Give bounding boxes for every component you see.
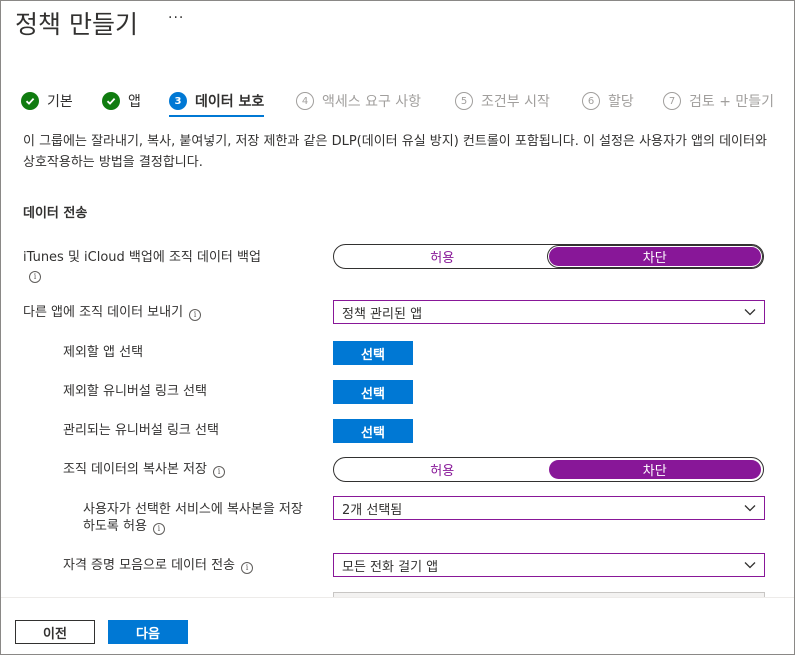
backup-toggle[interactable]: 허용 차단 <box>333 244 764 269</box>
transfer-data-label: 자격 증명 모음으로 데이터 전송 i <box>63 557 254 574</box>
check-icon <box>102 92 120 110</box>
chevron-down-icon <box>744 562 756 569</box>
save-services-label: 사용자가 선택한 서비스에 복사본을 저장하도록 허용 i <box>83 502 303 535</box>
step-number: 6 <box>582 92 600 110</box>
send-data-dropdown[interactable]: 정책 관리된 앱 <box>333 300 765 324</box>
step-number: 3 <box>169 92 187 110</box>
transfer-data-dropdown[interactable]: 모든 전화 걸기 앱 <box>333 553 765 577</box>
footer-bar: 이전 다음 <box>1 597 794 654</box>
info-icon[interactable]: i <box>29 270 41 283</box>
step-label: 조건부 시작 <box>481 94 550 110</box>
step-label: 액세스 요구 사항 <box>322 94 422 110</box>
active-step-underline <box>169 115 265 117</box>
managed-universal-links-label: 관리되는 유니버설 링크 선택 <box>63 423 219 438</box>
check-icon <box>21 92 39 110</box>
chevron-down-icon <box>744 309 756 316</box>
page-title: 정책 만들기 <box>15 10 138 39</box>
create-policy-window: 정책 만들기 ··· 기본 앱 3 데이터 보호 4 액세스 요구 사항 5 조… <box>0 0 795 655</box>
section-description: 이 그룹에는 잘라내기, 복사, 붙여넣기, 저장 제한과 같은 DLP(데이터… <box>23 134 767 170</box>
step-number: 7 <box>663 92 681 110</box>
step-access-requirements[interactable]: 4 액세스 요구 사항 <box>296 87 421 115</box>
step-label: 데이터 보호 <box>195 94 265 110</box>
step-conditional-launch[interactable]: 5 조건부 시작 <box>455 87 550 115</box>
step-number: 5 <box>455 92 473 110</box>
dropdown-value: 2개 선택됨 <box>342 502 403 518</box>
dropdown-value: 정책 관리된 앱 <box>342 306 423 322</box>
select-exempt-apps-button[interactable]: 선택 <box>333 341 413 365</box>
dropdown-value: 모든 전화 걸기 앱 <box>342 559 439 575</box>
step-review-create[interactable]: 7 검토 + 만들기 <box>663 87 774 115</box>
allow-option[interactable]: 허용 <box>336 247 549 266</box>
step-label: 기본 <box>47 94 73 110</box>
step-label: 할당 <box>608 94 634 110</box>
info-icon[interactable]: i <box>241 561 254 574</box>
step-apps[interactable]: 앱 <box>102 87 141 115</box>
info-icon[interactable]: i <box>189 308 202 321</box>
next-button[interactable]: 다음 <box>108 620 188 644</box>
step-label: 검토 + 만들기 <box>689 94 775 110</box>
chevron-down-icon <box>744 505 756 512</box>
select-managed-universal-links-button[interactable]: 선택 <box>333 419 413 443</box>
step-number: 4 <box>296 92 314 110</box>
exempt-universal-links-label: 제외할 유니버설 링크 선택 <box>63 384 207 399</box>
section-title: 데이터 전송 <box>23 206 88 221</box>
info-icon[interactable]: i <box>152 522 165 535</box>
block-option[interactable]: 차단 <box>548 247 761 266</box>
exempt-apps-label: 제외할 앱 선택 <box>63 345 144 360</box>
block-option[interactable]: 차단 <box>548 460 761 479</box>
step-assignments[interactable]: 6 할당 <box>582 87 634 115</box>
more-options-icon[interactable]: ··· <box>168 10 184 26</box>
allow-option[interactable]: 허용 <box>336 460 549 479</box>
send-data-label: 다른 앱에 조직 데이터 보내기 i <box>23 304 202 321</box>
save-services-dropdown[interactable]: 2개 선택됨 <box>333 496 765 520</box>
save-copies-label: 조직 데이터의 복사본 저장 i <box>63 461 225 478</box>
info-icon[interactable]: i <box>212 465 225 478</box>
backup-label: iTunes 및 iCloud 백업에 조직 데이터 백업i <box>23 250 261 283</box>
step-data-protection[interactable]: 3 데이터 보호 <box>169 87 265 117</box>
step-basics[interactable]: 기본 <box>21 87 73 115</box>
previous-button[interactable]: 이전 <box>15 620 95 644</box>
select-exempt-universal-links-button[interactable]: 선택 <box>333 380 413 404</box>
step-label: 앱 <box>128 94 141 110</box>
save-copies-toggle[interactable]: 허용 차단 <box>333 457 764 482</box>
